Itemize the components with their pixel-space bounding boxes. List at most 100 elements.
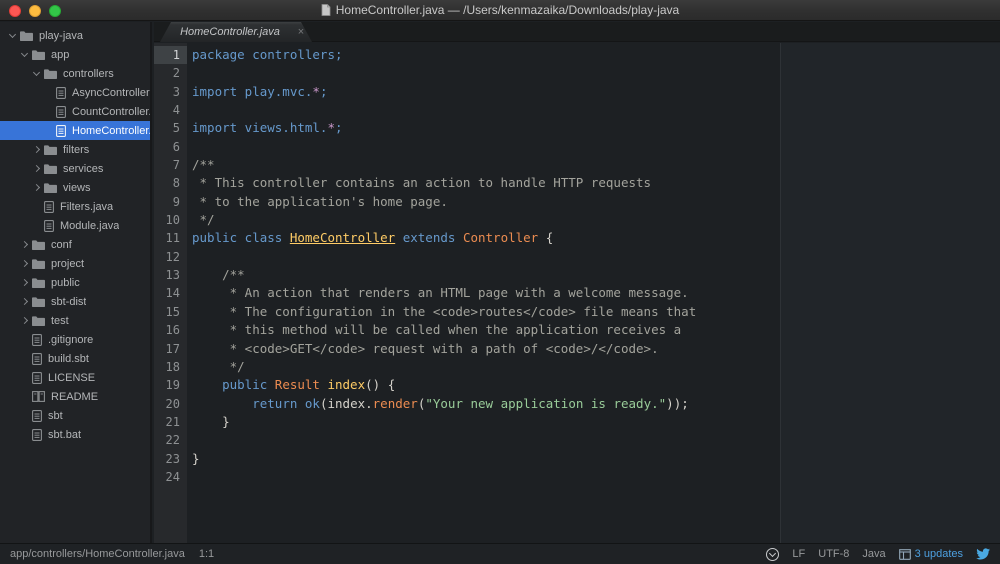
line-number-gutter: 1 2 3 4 5 6 7 8 9 10 11 12 13 14 15 16 17 18 19 20 21 22 23 24 xyxy=(154,43,187,543)
tree-item-label: sbt.bat xyxy=(48,428,82,441)
tree-item-services[interactable]: services xyxy=(0,159,150,178)
tree-item-countcontroller-java[interactable]: CountController.java xyxy=(0,102,150,121)
code-line-7: /** xyxy=(192,157,215,173)
chevron-right-icon[interactable] xyxy=(33,146,41,154)
folder-icon xyxy=(32,296,45,307)
chevron-down-icon[interactable] xyxy=(9,32,17,40)
tree-item-play-java[interactable]: play-java xyxy=(0,26,150,45)
encoding-indicator[interactable]: UTF-8 xyxy=(818,548,849,560)
chevron-right-icon[interactable] xyxy=(21,260,29,268)
tree-item-filters-java[interactable]: Filters.java xyxy=(0,197,150,216)
line-number: 18 xyxy=(165,359,180,374)
chevron-right-icon[interactable] xyxy=(21,279,29,287)
chevron-right-icon[interactable] xyxy=(33,184,41,192)
tree-item-module-java[interactable]: Module.java xyxy=(0,216,150,235)
tree-item-license[interactable]: LICENSE xyxy=(0,368,150,387)
file-icon xyxy=(32,333,42,346)
code-pane[interactable]: package controllers; import play.mvc.*; im… xyxy=(187,43,1000,543)
close-window-button[interactable] xyxy=(9,4,21,17)
syntax-indicator[interactable]: Java xyxy=(862,548,885,560)
tree-item-sbt-bat[interactable]: sbt.bat xyxy=(0,425,150,444)
tree-item-label: Filters.java xyxy=(60,200,114,213)
code-line-10: */ xyxy=(192,212,215,228)
tree-item-app[interactable]: app xyxy=(0,45,150,64)
tree-item-asynccontroller-java[interactable]: AsyncController.java xyxy=(0,83,150,102)
line-number: 22 xyxy=(165,433,180,448)
line-number: 13 xyxy=(165,268,180,283)
tree-item-sbt-dist[interactable]: sbt-dist xyxy=(0,292,150,311)
tree-item-controllers[interactable]: controllers xyxy=(0,64,150,83)
tab-homecontroller[interactable]: HomeController.java × xyxy=(160,22,312,42)
tree-item-homecontroller-java[interactable]: HomeController.java xyxy=(0,121,150,140)
code-line-3: import play.mvc.*; xyxy=(192,83,328,99)
folder-icon xyxy=(44,163,57,174)
tree-item-readme[interactable]: README xyxy=(0,387,150,406)
editor-window: HomeController.java — /Users/kenmazaika/… xyxy=(0,0,1000,564)
window-title: HomeController.java — /Users/kenmazaika/… xyxy=(335,3,680,17)
file-icon xyxy=(56,124,66,137)
tree-item-label: sbt-dist xyxy=(51,295,87,308)
code-line-13: /** xyxy=(192,267,245,283)
line-number: 21 xyxy=(165,414,180,429)
tree-item--gitignore[interactable]: .gitignore xyxy=(0,330,150,349)
minimize-window-button[interactable] xyxy=(29,4,41,17)
tree-item-label: CountController.java xyxy=(72,105,150,118)
editor-column: HomeController.java × 1 2 3 4 5 6 7 8 9 10 11 12 13 1… xyxy=(154,22,1000,543)
zoom-window-button[interactable] xyxy=(49,4,61,17)
folder-icon xyxy=(32,315,45,326)
tree-item-conf[interactable]: conf xyxy=(0,235,150,254)
circle-chevron-icon[interactable] xyxy=(766,547,780,561)
line-number: 2 xyxy=(172,66,180,81)
package-icon xyxy=(898,548,911,560)
line-number: 14 xyxy=(165,286,180,301)
line-number: 8 xyxy=(172,176,180,191)
tree-item-label: .gitignore xyxy=(48,333,94,346)
tree-item-label: build.sbt xyxy=(48,352,89,365)
folder-icon xyxy=(44,144,57,155)
line-number: 23 xyxy=(165,451,180,466)
chevron-down-icon[interactable] xyxy=(21,51,29,59)
tree-item-build-sbt[interactable]: build.sbt xyxy=(0,349,150,368)
folder-icon xyxy=(20,30,33,41)
folder-icon xyxy=(32,277,45,288)
updates-status[interactable]: 3 updates xyxy=(898,548,963,560)
tree-item-test[interactable]: test xyxy=(0,311,150,330)
tree-item-sbt[interactable]: sbt xyxy=(0,406,150,425)
chevron-down-icon[interactable] xyxy=(33,70,41,78)
tab-close-icon[interactable]: × xyxy=(290,22,312,42)
folder-icon xyxy=(32,258,45,269)
line-number: 7 xyxy=(172,158,180,173)
folder-icon xyxy=(32,49,45,60)
tree-item-public[interactable]: public xyxy=(0,273,150,292)
tree-item-label: app xyxy=(51,48,70,61)
chevron-right-icon[interactable] xyxy=(21,317,29,325)
tree-item-filters[interactable]: filters xyxy=(0,140,150,159)
line-number: 15 xyxy=(165,304,180,319)
document-icon xyxy=(321,4,331,16)
code-line-11: public class HomeController extends Cont… xyxy=(192,230,554,246)
code-editor[interactable]: 1 2 3 4 5 6 7 8 9 10 11 12 13 14 15 16 17 18 19 20 21 22 23 24 … xyxy=(154,43,1000,543)
chevron-right-icon[interactable] xyxy=(21,298,29,306)
tree-item-views[interactable]: views xyxy=(0,178,150,197)
code-line-21: } xyxy=(192,413,230,429)
window-title-wrap: HomeController.java — /Users/kenmazaika/… xyxy=(321,3,679,17)
chevron-right-icon[interactable] xyxy=(33,165,41,173)
twitter-bird-icon[interactable] xyxy=(976,548,990,560)
line-number: 20 xyxy=(165,396,180,411)
line-ending-indicator[interactable]: LF xyxy=(792,548,805,560)
tab-label: HomeController.java xyxy=(180,26,280,38)
code-line-23: } xyxy=(192,450,200,466)
tree-item-project[interactable]: project xyxy=(0,254,150,273)
chevron-right-icon[interactable] xyxy=(21,241,29,249)
line-number: 24 xyxy=(165,469,180,484)
code-line-1: package controllers; xyxy=(192,47,343,62)
line-number: 10 xyxy=(165,213,180,228)
tab-bar: HomeController.java × xyxy=(154,22,1000,42)
line-number: 3 xyxy=(172,84,180,99)
file-icon xyxy=(44,219,54,232)
